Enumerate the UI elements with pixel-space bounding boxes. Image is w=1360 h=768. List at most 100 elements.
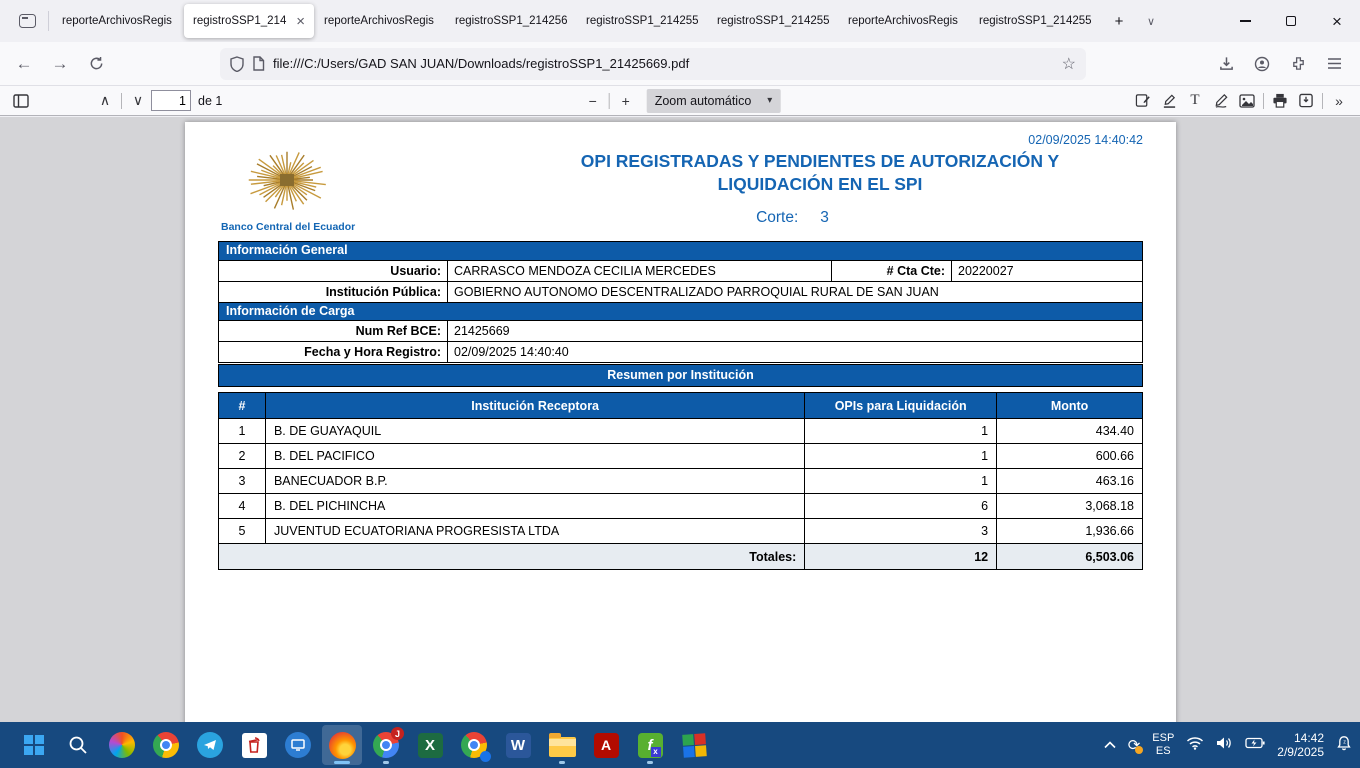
browser-tab[interactable]: reporteArchivosRegis [53, 4, 183, 38]
page-info-icon[interactable] [252, 56, 265, 71]
taskbar-chrome-profile-icon[interactable]: J [366, 725, 406, 765]
pdf-page: 02/09/2025 14:40:42 Banco Central del Ec… [185, 122, 1176, 722]
browser-tab[interactable]: registroSSP1_214256 [446, 4, 576, 38]
language-indicator[interactable]: ESP ES [1152, 732, 1174, 758]
minimize-icon [1240, 20, 1251, 22]
pdf-toolbar: ∧ ∨ de 1 − + Zoom automático ▾ T [0, 86, 1360, 116]
col-num: # [219, 393, 266, 419]
taskbar-word-icon[interactable]: W [498, 725, 538, 765]
zoom-out-button[interactable]: − [580, 89, 606, 113]
taskbar-acrobat-icon[interactable]: A [586, 725, 626, 765]
taskbar-chrome-alt-icon[interactable] [454, 725, 494, 765]
taskbar-telegram-icon[interactable] [190, 725, 230, 765]
resumen-cell-num: 1 [219, 419, 266, 444]
sync-icon[interactable]: ⟳ [1128, 736, 1141, 754]
fecha-registro-row: Fecha y Hora Registro: 02/09/2025 14:40:… [219, 341, 1142, 362]
resumen-cell-name: B. DE GUAYAQUIL [265, 419, 804, 444]
resumen-cell-opis: 6 [805, 494, 997, 519]
resumen-cell-opis: 3 [805, 519, 997, 544]
draw-tool-button[interactable] [1208, 89, 1234, 113]
page-count-label: de 1 [198, 94, 222, 108]
browser-tab[interactable]: registroSSP1_214255 [577, 4, 707, 38]
downloads-button[interactable] [1210, 48, 1242, 80]
reload-button[interactable] [80, 48, 112, 80]
new-tab-button[interactable]: + [1105, 7, 1133, 35]
previous-page-button[interactable]: ∧ [92, 89, 118, 113]
taskbar-items: JX W Afx [14, 725, 714, 765]
next-page-button[interactable]: ∨ [125, 89, 151, 113]
taskbar-excel-icon[interactable]: X [410, 725, 450, 765]
taskbar-explorer-icon[interactable] [542, 725, 582, 765]
list-all-tabs-button[interactable]: ∨ [1137, 7, 1165, 35]
url-text[interactable]: file:///C:/Users/GAD SAN JUAN/Downloads/… [273, 56, 1054, 71]
sidebar-toggle-button[interactable] [8, 89, 34, 113]
signature-tool-button[interactable] [1130, 89, 1156, 113]
browser-tab[interactable]: reporteArchivosRegis [839, 4, 969, 38]
zoom-select[interactable]: Zoom automático ▾ [647, 89, 781, 113]
report-timestamp: 02/09/2025 14:40:42 [1028, 133, 1143, 147]
resumen-row: 1B. DE GUAYAQUIL1434.40 [219, 419, 1143, 444]
notifications-bell-icon[interactable]: z [1336, 735, 1352, 756]
resumen-cell-num: 3 [219, 469, 266, 494]
image-tool-button[interactable] [1234, 89, 1260, 113]
resumen-cell-monto: 600.66 [997, 444, 1143, 469]
taskbar-start-icon[interactable] [14, 725, 54, 765]
clock[interactable]: 14:42 2/9/2025 [1277, 731, 1324, 759]
taskbar-copilot-icon[interactable] [102, 725, 142, 765]
firefox-view-icon [19, 14, 36, 28]
tab-list: reporteArchivosRegisregistroSSP1_214×rep… [53, 0, 1101, 42]
shield-icon[interactable] [230, 56, 244, 72]
battery-icon[interactable] [1245, 736, 1265, 754]
taskbar-remote-desktop-icon[interactable] [278, 725, 318, 765]
text-tool-button[interactable]: T [1182, 89, 1208, 113]
numref-value: 21425669 [448, 321, 1142, 341]
wifi-icon[interactable] [1186, 736, 1204, 755]
browser-tab[interactable]: registroSSP1_214× [184, 4, 314, 38]
resumen-cell-opis: 1 [805, 419, 997, 444]
tab-label: reporteArchivosRegis [324, 15, 436, 27]
taskbar-recycle-app-icon[interactable] [234, 725, 274, 765]
hidden-icons-button[interactable] [1104, 736, 1116, 754]
minimize-button[interactable] [1222, 0, 1268, 42]
page-number-input[interactable] [151, 90, 191, 111]
active-app-indicator [334, 761, 350, 764]
firefox-view-button[interactable] [12, 6, 42, 36]
resumen-cell-monto: 434.40 [997, 419, 1143, 444]
pdf-viewport[interactable]: 02/09/2025 14:40:42 Banco Central del Ec… [0, 117, 1360, 722]
account-button[interactable] [1246, 48, 1278, 80]
taskbar-search-icon[interactable] [58, 725, 98, 765]
print-button[interactable] [1267, 89, 1293, 113]
browser-tab[interactable]: reporteArchivosRegis [315, 4, 445, 38]
more-tools-button[interactable]: » [1326, 89, 1352, 113]
info-general-table: Información General Usuario: CARRASCO ME… [218, 241, 1143, 363]
taskbar-blocks-app-icon[interactable] [674, 725, 714, 765]
resumen-cell-opis: 1 [805, 469, 997, 494]
bookmark-star-icon[interactable]: ☆ [1062, 54, 1076, 74]
back-button[interactable]: ← [8, 48, 40, 80]
taskbar-firefox-icon[interactable] [322, 725, 362, 765]
resumen-column-header-row: # Institución Receptora OPIs para Liquid… [219, 393, 1143, 419]
taskbar-finance-app-icon[interactable]: fx [630, 725, 670, 765]
tab-close-icon[interactable]: × [296, 14, 305, 29]
volume-icon[interactable] [1216, 736, 1233, 755]
menu-button[interactable] [1318, 48, 1350, 80]
institucion-row: Institución Pública: GOBIERNO AUTONOMO D… [219, 281, 1142, 302]
close-button[interactable]: × [1314, 0, 1360, 42]
nav-right-icons [1208, 48, 1352, 80]
resumen-cell-opis: 1 [805, 444, 997, 469]
forward-button[interactable]: → [44, 48, 76, 80]
zoom-in-button[interactable]: + [613, 89, 639, 113]
url-bar[interactable]: file:///C:/Users/GAD SAN JUAN/Downloads/… [220, 48, 1086, 80]
save-button[interactable] [1293, 89, 1319, 113]
taskbar-chrome-icon[interactable] [146, 725, 186, 765]
browser-tab[interactable]: registroSSP1_214255 [970, 4, 1100, 38]
maximize-button[interactable] [1268, 0, 1314, 42]
resumen-cell-monto: 1,936.66 [997, 519, 1143, 544]
language-line2: ES [1152, 745, 1174, 758]
cta-cte-label: # Cta Cte: [832, 261, 952, 281]
corte-line: Corte:3 [520, 209, 1065, 227]
browser-window: reporteArchivosRegisregistroSSP1_214×rep… [0, 0, 1360, 768]
highlight-tool-button[interactable] [1156, 89, 1182, 113]
browser-tab[interactable]: registroSSP1_214255 [708, 4, 838, 38]
extensions-button[interactable] [1282, 48, 1314, 80]
